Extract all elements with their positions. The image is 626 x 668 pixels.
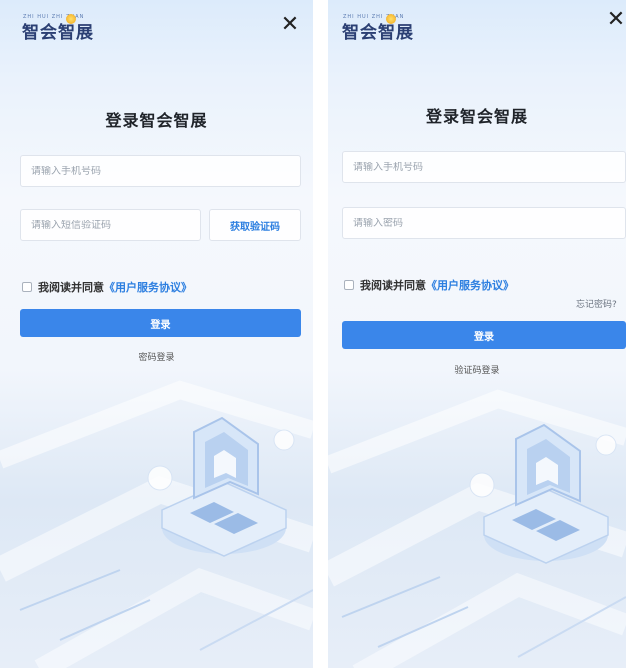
page-title: 登录智会智展 xyxy=(105,111,208,130)
agreement-checkbox[interactable] xyxy=(22,282,32,292)
password-login-screen: ZHI HUI ZHI ZHAN 智会智展 ✕ 登录智会智展 我阅读并同意 《用… xyxy=(328,0,626,668)
sms-code-field[interactable] xyxy=(20,209,201,241)
close-icon[interactable]: ✕ xyxy=(278,13,302,37)
forgot-password-link[interactable]: 忘记密码? xyxy=(576,297,617,310)
login-button[interactable]: 登录 xyxy=(20,309,301,337)
agreement-text: 我阅读并同意 xyxy=(38,281,104,294)
sms-login-link[interactable]: 验证码登录 xyxy=(328,363,626,376)
agreement-row: 我阅读并同意 《用户服务协议》 xyxy=(344,277,514,293)
page-title: 登录智会智展 xyxy=(425,107,528,126)
agreement-row: 我阅读并同意 《用户服务协议》 xyxy=(22,279,192,295)
agreement-link[interactable]: 《用户服务协议》 xyxy=(426,277,514,293)
password-input[interactable] xyxy=(353,217,615,229)
agreement-checkbox[interactable] xyxy=(344,280,354,290)
agreement-text: 我阅读并同意 xyxy=(360,279,426,292)
password-login-link[interactable]: 密码登录 xyxy=(0,350,313,363)
security-illustration xyxy=(328,389,626,668)
brand-logo: ZHI HUI ZHI ZHAN 智会智展 xyxy=(22,14,94,43)
sms-login-screen: ZHI HUI ZHI ZHAN 智会智展 ✕ 登录智会智展 获取验证码 我阅读… xyxy=(0,0,313,668)
security-illustration xyxy=(0,380,313,668)
login-button[interactable]: 登录 xyxy=(342,321,626,349)
password-field[interactable] xyxy=(342,207,626,239)
phone-field[interactable] xyxy=(20,155,301,187)
agreement-link[interactable]: 《用户服务协议》 xyxy=(104,279,192,295)
phone-input[interactable] xyxy=(353,161,615,173)
get-code-button[interactable]: 获取验证码 xyxy=(209,209,301,241)
sms-code-input[interactable] xyxy=(31,219,190,231)
close-icon[interactable]: ✕ xyxy=(604,8,626,32)
logo-text: 智会智展 xyxy=(342,23,414,43)
logo-text: 智会智展 xyxy=(22,23,94,43)
brand-logo: ZHI HUI ZHI ZHAN 智会智展 xyxy=(342,14,414,43)
phone-input[interactable] xyxy=(31,165,290,177)
phone-field[interactable] xyxy=(342,151,626,183)
